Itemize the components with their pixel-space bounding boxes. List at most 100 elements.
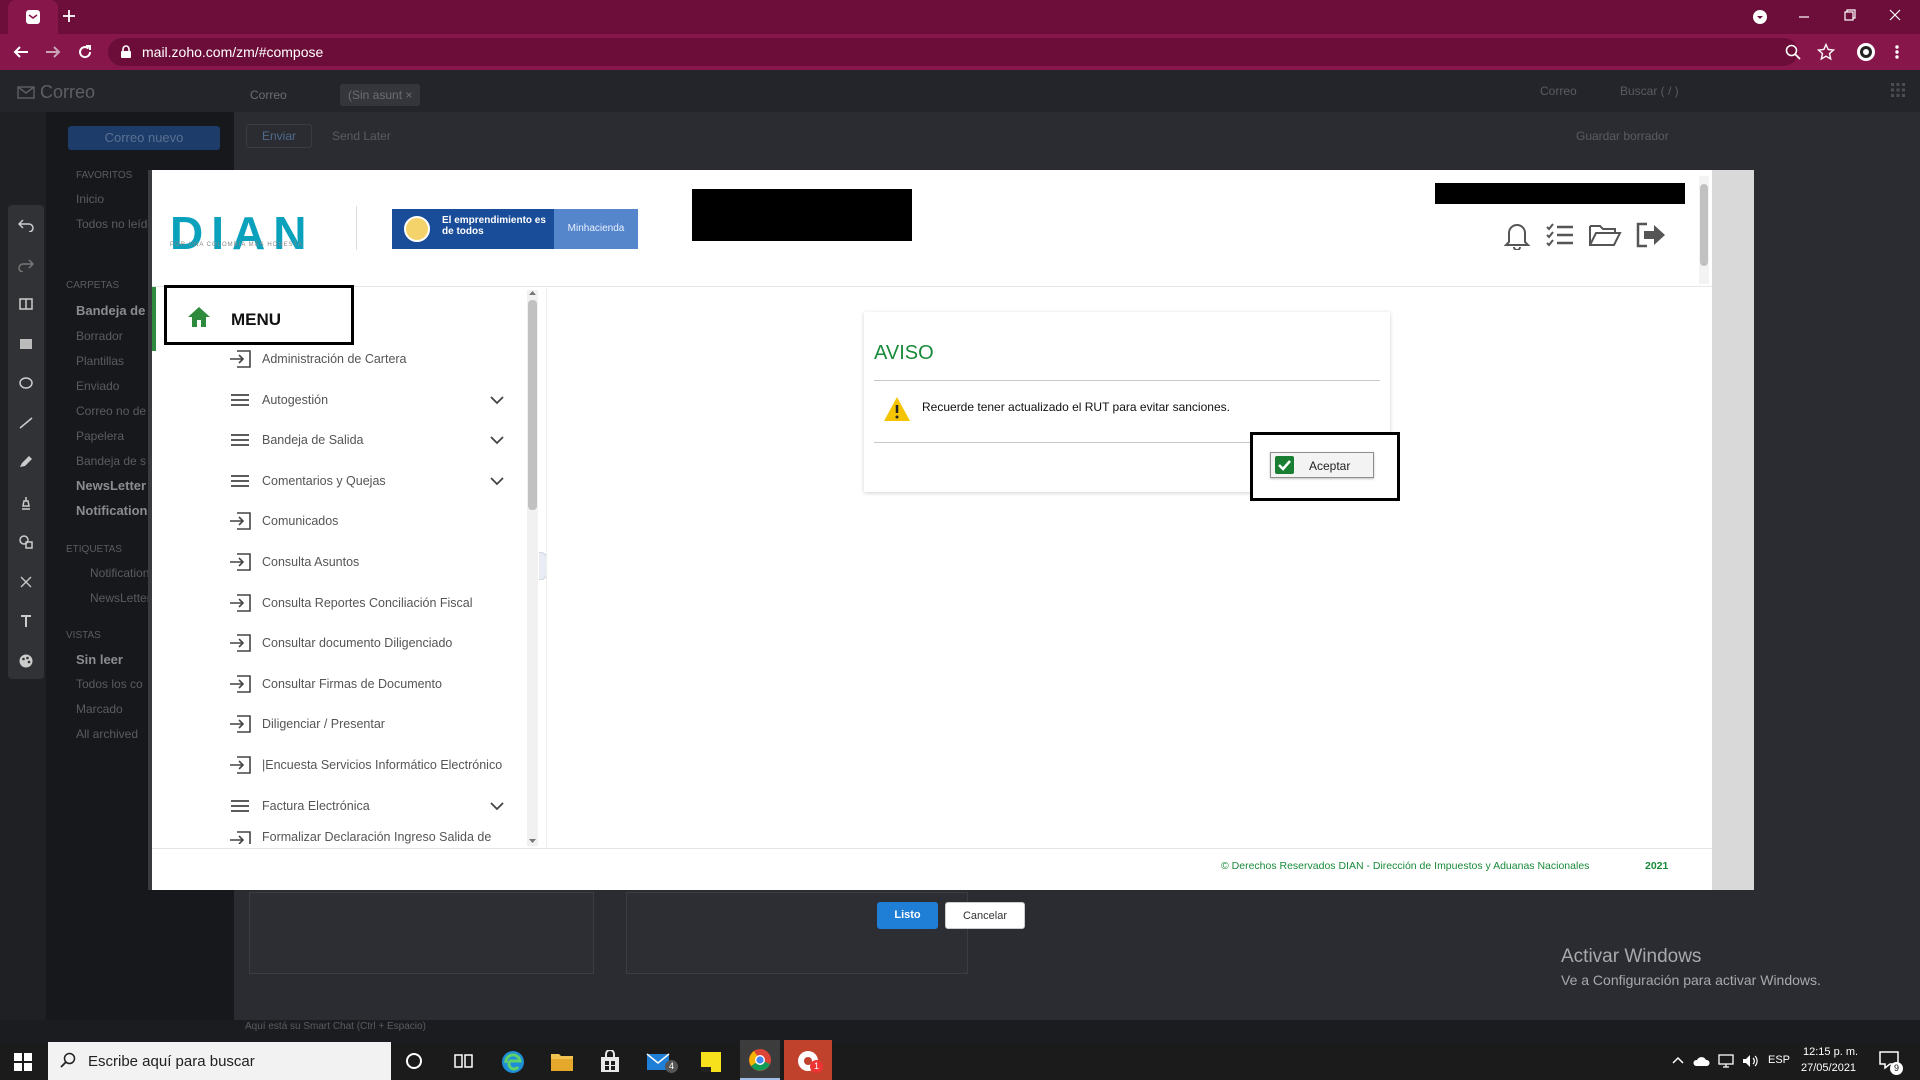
menu-header[interactable]: MENU [164, 285, 354, 345]
view-all-archived[interactable]: All archived [76, 727, 138, 741]
bookmark-star-icon[interactable] [1817, 43, 1835, 61]
taskbar-time[interactable]: 12:15 p. m. [1803, 1046, 1858, 1058]
activation-watermark-subtitle: Ve a Configuración para activar Windows. [1561, 972, 1821, 988]
sidebar-item-outbox[interactable]: Bandeja de s [76, 454, 146, 468]
menu-item[interactable]: Consulta Asuntos [228, 546, 508, 578]
sidebar-item-trash[interactable]: Papelera [76, 429, 124, 443]
attachment-thumbnail-1[interactable] [249, 892, 594, 974]
zoom-icon[interactable] [1785, 44, 1801, 60]
open-folder-icon[interactable] [1588, 222, 1622, 248]
menu-item[interactable]: Autogestión [228, 384, 508, 416]
menu-item[interactable]: Consultar Firmas de Documento [228, 668, 508, 700]
microsoft-store-icon[interactable] [598, 1050, 622, 1074]
header-scrollbar-thumb[interactable] [1700, 184, 1708, 266]
cortana-icon[interactable] [405, 1052, 423, 1070]
tag-newsletter[interactable]: NewsLetter [90, 591, 151, 605]
taskbar-date[interactable]: 27/05/2021 [1801, 1062, 1856, 1074]
zoho-search-input[interactable]: Buscar ( / ) [1620, 84, 1679, 98]
input-language[interactable]: ESP [1768, 1054, 1790, 1066]
profile-avatar-icon[interactable] [1856, 42, 1876, 62]
menu-scroll-down-icon[interactable] [528, 838, 537, 844]
menu-item[interactable]: Consultar documento Diligenciado [228, 627, 508, 659]
onedrive-icon[interactable] [1692, 1055, 1710, 1067]
view-all-conversations[interactable]: Todos los co [76, 677, 143, 691]
send-later-button[interactable]: Send Later [332, 129, 391, 143]
menu-item[interactable]: Factura Electrónica [228, 790, 508, 822]
chevron-down-icon[interactable] [490, 394, 504, 408]
sidebar-item-inbox[interactable]: Bandeja de e [76, 303, 156, 318]
home-icon[interactable] [187, 306, 211, 328]
chevron-down-icon[interactable] [490, 434, 504, 448]
color-palette-icon[interactable] [18, 653, 34, 669]
hamburger-icon [228, 430, 252, 450]
browser-tab[interactable] [8, 0, 58, 34]
new-tab-icon[interactable] [62, 9, 76, 23]
rectangle-tool-icon[interactable] [18, 337, 34, 351]
text-tool-icon[interactable] [18, 613, 34, 629]
stamp-tool-icon[interactable] [18, 495, 34, 511]
done-button[interactable]: Listo [877, 902, 938, 929]
redo-icon[interactable] [18, 258, 34, 272]
menu-scrollbar-thumb[interactable] [528, 300, 537, 510]
profile-dropdown-icon[interactable] [1752, 9, 1768, 25]
dian-logo: DIAN [170, 207, 315, 259]
lock-icon[interactable] [120, 45, 132, 59]
chevron-down-icon[interactable] [490, 800, 504, 814]
tab-correo[interactable]: Correo [242, 84, 295, 106]
search-scope[interactable]: Correo [1540, 84, 1577, 98]
task-list-icon[interactable] [1545, 222, 1575, 248]
apps-grid-icon[interactable] [1890, 82, 1906, 98]
menu-item[interactable]: Diligenciar / Presentar [228, 708, 508, 740]
pixelate-tool-icon[interactable] [18, 574, 34, 590]
minimize-window-icon[interactable] [1797, 10, 1811, 24]
back-icon[interactable] [12, 44, 30, 60]
line-tool-icon[interactable] [18, 416, 34, 430]
menu-item[interactable]: Formalizar Declaración Ingreso Salida de [228, 830, 508, 845]
sidebar-item-notification[interactable]: Notification [76, 503, 148, 518]
sidebar-item-templates[interactable]: Plantillas [76, 354, 124, 368]
view-flagged[interactable]: Marcado [76, 702, 123, 716]
chevron-down-icon[interactable] [490, 475, 504, 489]
view-unread[interactable]: Sin leer [76, 652, 123, 667]
volume-icon[interactable] [1741, 1053, 1759, 1069]
shape-tool-icon[interactable] [18, 534, 34, 550]
sidebar-item-sent[interactable]: Enviado [76, 379, 119, 393]
menu-item[interactable]: Administración de Cartera [228, 343, 508, 375]
menu-scroll-up-icon[interactable] [528, 290, 537, 296]
cancel-button[interactable]: Cancelar [945, 902, 1025, 929]
sticky-notes-icon[interactable] [700, 1051, 722, 1073]
send-button[interactable]: Enviar [246, 124, 312, 148]
undo-icon[interactable] [18, 218, 34, 232]
reload-icon[interactable] [76, 43, 94, 61]
network-icon[interactable] [1717, 1053, 1735, 1069]
menu-item[interactable]: Comentarios y Quejas [228, 465, 508, 497]
edge-browser-icon[interactable] [500, 1049, 526, 1075]
aceptar-button[interactable]: Aceptar [1270, 452, 1374, 478]
file-explorer-icon[interactable] [550, 1051, 574, 1073]
menu-item[interactable]: Consulta Reportes Conciliación Fiscal [228, 587, 508, 619]
sidebar-item-spam[interactable]: Correo no de [76, 404, 146, 418]
tray-overflow-icon[interactable] [1672, 1056, 1684, 1064]
sidebar-item-inicio[interactable]: Inicio [76, 192, 104, 206]
logout-icon[interactable] [1635, 221, 1667, 249]
menu-item[interactable]: Comunicados [228, 505, 508, 537]
restore-window-icon[interactable] [1843, 8, 1857, 22]
crop-icon[interactable] [18, 297, 34, 311]
login-arrow-icon [228, 511, 252, 531]
pen-tool-icon[interactable] [18, 455, 34, 469]
menu-item[interactable]: Bandeja de Salida [228, 424, 508, 456]
close-window-icon[interactable] [1888, 8, 1902, 22]
tag-notification[interactable]: Notification [90, 566, 149, 580]
browser-menu-icon[interactable] [1894, 44, 1900, 60]
task-view-icon[interactable] [454, 1052, 474, 1070]
forward-icon[interactable] [44, 44, 62, 60]
ellipse-tool-icon[interactable] [18, 376, 34, 390]
sidebar-item-drafts[interactable]: Borrador [76, 329, 123, 343]
windows-start-icon[interactable] [14, 1053, 32, 1071]
address-bar[interactable] [108, 38, 1798, 66]
sidebar-item-newsletter[interactable]: NewsLetter [76, 478, 146, 493]
menu-item[interactable]: |Encuesta Servicios Informático Electrón… [228, 749, 508, 781]
tab-sin-asunto[interactable]: (Sin asunt × [340, 84, 421, 106]
new-mail-button[interactable]: Correo nuevo [68, 126, 220, 150]
notification-bell-icon[interactable] [1503, 220, 1531, 250]
